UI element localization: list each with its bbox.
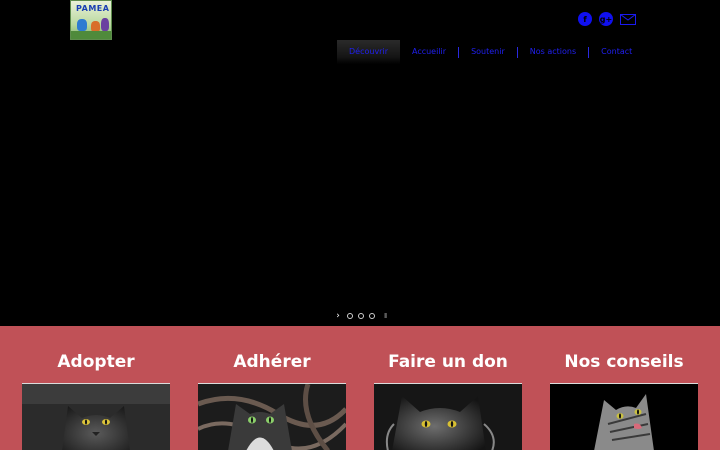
logo-text: PAMEA: [76, 4, 110, 13]
slider-dot-3[interactable]: [369, 313, 375, 319]
nav-item-soutenir[interactable]: Soutenir: [459, 40, 517, 64]
facebook-icon[interactable]: f: [578, 12, 592, 26]
logo-figure-blue: [77, 19, 87, 31]
feature-adopter[interactable]: Adopter: [22, 326, 170, 450]
nav-item-accueilir[interactable]: Accueilir: [400, 40, 458, 64]
long-hair-cat-photo[interactable]: [374, 383, 522, 450]
logo-figure-purple: [101, 18, 109, 31]
cat-in-yarn-photo[interactable]: [198, 383, 346, 450]
feature-title[interactable]: Nos conseils: [550, 352, 698, 372]
slider-next-icon[interactable]: ›: [334, 311, 342, 321]
social-links: f g+: [578, 12, 636, 26]
tabby-cat-photo[interactable]: [550, 383, 698, 450]
feature-nos-conseils[interactable]: Nos conseils: [550, 326, 698, 450]
nav-item-decouvrir[interactable]: Découvrir: [337, 40, 400, 64]
feature-title[interactable]: Adhérer: [198, 352, 346, 372]
logo-ground: [71, 31, 111, 39]
feature-title[interactable]: Faire un don: [374, 352, 522, 372]
nav-item-contact[interactable]: Contact: [589, 40, 644, 64]
site-logo[interactable]: PAMEA: [70, 0, 112, 40]
main-nav: Découvrir Accueilir Soutenir Nos actions…: [337, 40, 644, 64]
feature-adherer[interactable]: Adhérer: [198, 326, 346, 450]
slider-controls: › II: [334, 311, 387, 321]
google-plus-icon[interactable]: g+: [599, 12, 613, 26]
slider-pause-icon[interactable]: II: [384, 312, 387, 320]
slider-dot-2[interactable]: [358, 313, 364, 319]
slider-dot-1[interactable]: [347, 313, 353, 319]
feature-faire-un-don[interactable]: Faire un don: [374, 326, 522, 450]
feature-band: Adopter Adhérer Faire un don Nos conseil…: [0, 326, 720, 450]
nav-item-nos-actions[interactable]: Nos actions: [518, 40, 588, 64]
email-icon[interactable]: [620, 13, 636, 25]
grey-cat-photo[interactable]: [22, 383, 170, 450]
feature-title[interactable]: Adopter: [22, 352, 170, 372]
